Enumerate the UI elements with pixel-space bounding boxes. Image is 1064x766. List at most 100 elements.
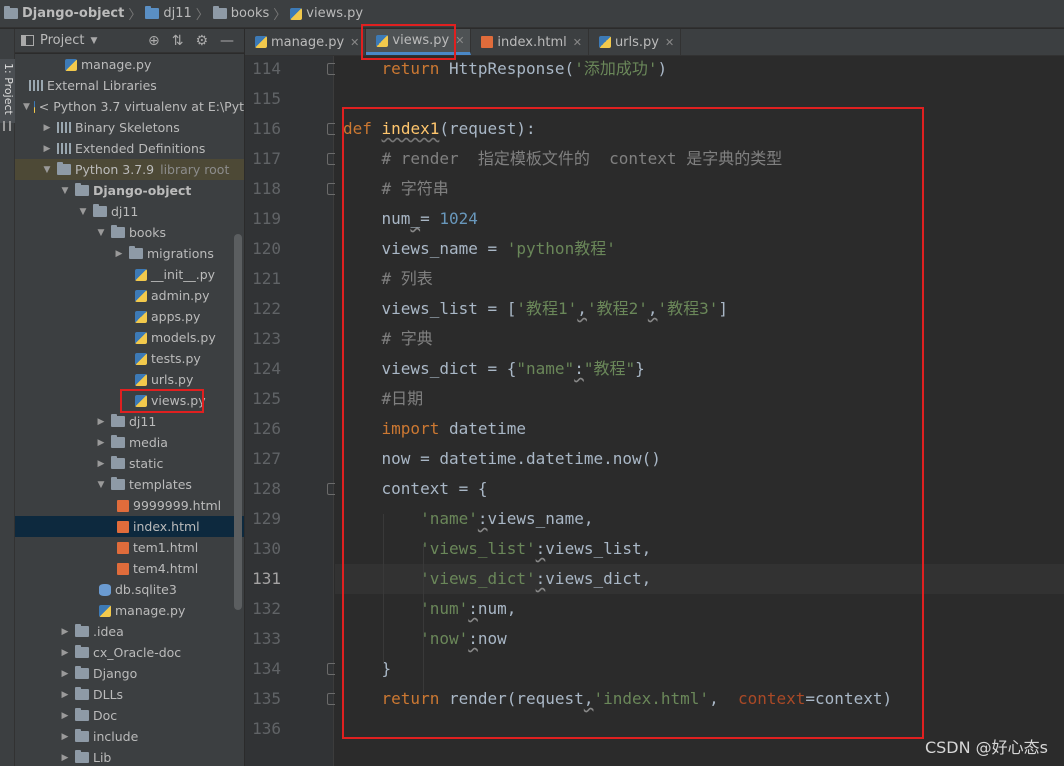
code-token: ] bbox=[718, 299, 729, 318]
collapsed-arrow-icon[interactable]: ▶ bbox=[59, 627, 71, 637]
collapsed-arrow-icon[interactable]: ▶ bbox=[113, 249, 125, 259]
tree-item[interactable]: ▶ Lib bbox=[15, 747, 244, 766]
editor-tab[interactable]: urls.py ✕ bbox=[589, 29, 682, 55]
collapsed-arrow-icon[interactable]: ▶ bbox=[95, 417, 107, 427]
tree-item[interactable]: ▶ Doc bbox=[15, 705, 244, 726]
tree-item[interactable]: db.sqlite3 bbox=[15, 579, 244, 600]
code-token: , bbox=[577, 299, 587, 318]
collapsed-arrow-icon[interactable]: ▶ bbox=[95, 438, 107, 448]
close-icon[interactable]: ✕ bbox=[350, 36, 359, 49]
expanded-arrow-icon[interactable]: ▼ bbox=[41, 165, 53, 175]
collapsed-arrow-icon[interactable]: ▶ bbox=[59, 753, 71, 763]
tree-item[interactable]: ▶ Django bbox=[15, 663, 244, 684]
tree-item[interactable]: tem4.html bbox=[15, 558, 244, 579]
breadcrumb: Django-object 〉 dj11 〉 books 〉 views.py bbox=[0, 0, 1064, 28]
tree-item-label: Binary Skeletons bbox=[75, 120, 180, 135]
expanded-arrow-icon[interactable]: ▼ bbox=[95, 228, 107, 238]
project-view-selector[interactable]: Project bbox=[40, 33, 84, 48]
hide-icon[interactable]: — bbox=[220, 33, 234, 49]
tree-item[interactable]: models.py bbox=[15, 327, 244, 348]
collapsed-arrow-icon[interactable]: ▶ bbox=[59, 690, 71, 700]
collapsed-arrow-icon[interactable]: ▶ bbox=[59, 732, 71, 742]
editor-tab[interactable]: index.html ✕ bbox=[471, 29, 589, 55]
breadcrumb-item-dj11[interactable]: dj11 bbox=[145, 6, 192, 21]
tree-item[interactable]: 9999999.html bbox=[15, 495, 244, 516]
close-icon[interactable]: ✕ bbox=[573, 36, 582, 49]
tree-item[interactable]: External Libraries bbox=[15, 75, 244, 96]
expanded-arrow-icon[interactable]: ▼ bbox=[23, 102, 30, 112]
folder-icon bbox=[75, 708, 89, 721]
tree-item[interactable]: ▼ books bbox=[15, 222, 244, 243]
code-token: now = datetime.datetime.now() bbox=[343, 449, 661, 468]
scrollbar-thumb[interactable] bbox=[234, 234, 242, 610]
html-file-icon bbox=[117, 520, 129, 533]
collapsed-arrow-icon[interactable]: ▶ bbox=[95, 459, 107, 469]
tree-item[interactable]: manage.py bbox=[15, 54, 244, 75]
tree-item[interactable]: ▼ templates bbox=[15, 474, 244, 495]
breadcrumb-separator: 〉 bbox=[195, 8, 209, 23]
gear-icon[interactable]: ⚙ bbox=[195, 33, 208, 49]
tree-item[interactable]: tem1.html bbox=[15, 537, 244, 558]
tree-item[interactable]: ▼ Django-object bbox=[15, 180, 244, 201]
breadcrumb-item-books[interactable]: books bbox=[212, 6, 269, 21]
code-token: : bbox=[468, 599, 478, 618]
collapsed-arrow-icon[interactable]: ▶ bbox=[41, 123, 53, 133]
line-number-gutter: 114 115 116 117 118 119 120 121 122 123 124 125 126 1… bbox=[245, 56, 360, 766]
line-number: 128 bbox=[252, 479, 281, 498]
collapsed-arrow-icon[interactable]: ▶ bbox=[41, 144, 53, 154]
chevron-down-icon[interactable]: ▼ bbox=[90, 36, 97, 46]
tree-item[interactable]: views.py bbox=[15, 390, 244, 411]
editor-tab[interactable]: views.py ✕ bbox=[366, 29, 472, 55]
tree-item-label: books bbox=[129, 225, 166, 240]
expanded-arrow-icon[interactable]: ▼ bbox=[95, 480, 107, 490]
expanded-arrow-icon[interactable]: ▼ bbox=[77, 207, 89, 217]
collapsed-arrow-icon[interactable]: ▶ bbox=[59, 648, 71, 658]
tree-item[interactable]: __init__.py bbox=[15, 264, 244, 285]
breadcrumb-item-file[interactable]: views.py bbox=[290, 6, 363, 21]
code-token: views_name, bbox=[487, 509, 594, 528]
close-icon[interactable]: ✕ bbox=[455, 34, 464, 47]
tree-item[interactable]: admin.py bbox=[15, 285, 244, 306]
editor-tab[interactable]: manage.py ✕ bbox=[245, 29, 367, 55]
tree-item-label: index.html bbox=[133, 519, 200, 534]
code-token: _ bbox=[410, 209, 421, 228]
code-editor[interactable]: return HttpResponse('添加成功') def index1(re… bbox=[335, 56, 1064, 766]
project-tool-tab[interactable]: 1: Project bbox=[0, 59, 15, 123]
tree-item[interactable]: ▶ DLLs bbox=[15, 684, 244, 705]
tree-item[interactable]: manage.py bbox=[15, 600, 244, 621]
code-token: num, bbox=[477, 599, 517, 618]
code-token: context bbox=[737, 689, 806, 708]
tree-item[interactable]: ▼ < Python 3.7 virtualenv at E:\Pyt bbox=[15, 96, 244, 117]
tree-item[interactable]: tests.py bbox=[15, 348, 244, 369]
code-line: def index1(request): bbox=[343, 114, 536, 144]
tree-item[interactable]: ▶ Extended Definitions bbox=[15, 138, 244, 159]
code-token: views_dict, bbox=[545, 569, 652, 588]
tree-item-label: Python 3.7.9 bbox=[75, 162, 155, 177]
locate-icon[interactable]: ⊕ bbox=[148, 33, 160, 49]
tree-item[interactable]: ▶ migrations bbox=[15, 243, 244, 264]
python-file-icon bbox=[65, 58, 77, 71]
tree-item[interactable]: ▶ .idea bbox=[15, 621, 244, 642]
tree-item[interactable]: ▶ static bbox=[15, 453, 244, 474]
tree-item[interactable]: index.html bbox=[15, 516, 244, 537]
close-icon[interactable]: ✕ bbox=[665, 36, 674, 49]
collapsed-arrow-icon[interactable]: ▶ bbox=[59, 669, 71, 679]
tree-item[interactable]: ▼ dj11 bbox=[15, 201, 244, 222]
tree-item[interactable]: ▼ Python 3.7.9 library root bbox=[15, 159, 244, 180]
tree-item[interactable]: ▶ dj11 bbox=[15, 411, 244, 432]
tree-item[interactable]: ▶ media bbox=[15, 432, 244, 453]
tree-item[interactable]: ▶ cx_Oracle-doc bbox=[15, 642, 244, 663]
expanded-arrow-icon[interactable]: ▼ bbox=[59, 186, 71, 196]
tree-item[interactable]: apps.py bbox=[15, 306, 244, 327]
breadcrumb-item-project[interactable]: Django-object bbox=[4, 6, 124, 21]
tree-item[interactable]: urls.py bbox=[15, 369, 244, 390]
tree-item[interactable]: ▶ Binary Skeletons bbox=[15, 117, 244, 138]
code-token: # 字典 bbox=[381, 329, 433, 348]
collapse-all-icon[interactable]: ⇅ bbox=[172, 33, 184, 49]
tree-item-label: migrations bbox=[147, 246, 214, 261]
tree-item[interactable]: ▶ include bbox=[15, 726, 244, 747]
structure-icon[interactable] bbox=[3, 121, 11, 131]
code-token: 'index.html' bbox=[593, 689, 710, 708]
code-token: 1024 bbox=[439, 209, 478, 228]
collapsed-arrow-icon[interactable]: ▶ bbox=[59, 711, 71, 721]
